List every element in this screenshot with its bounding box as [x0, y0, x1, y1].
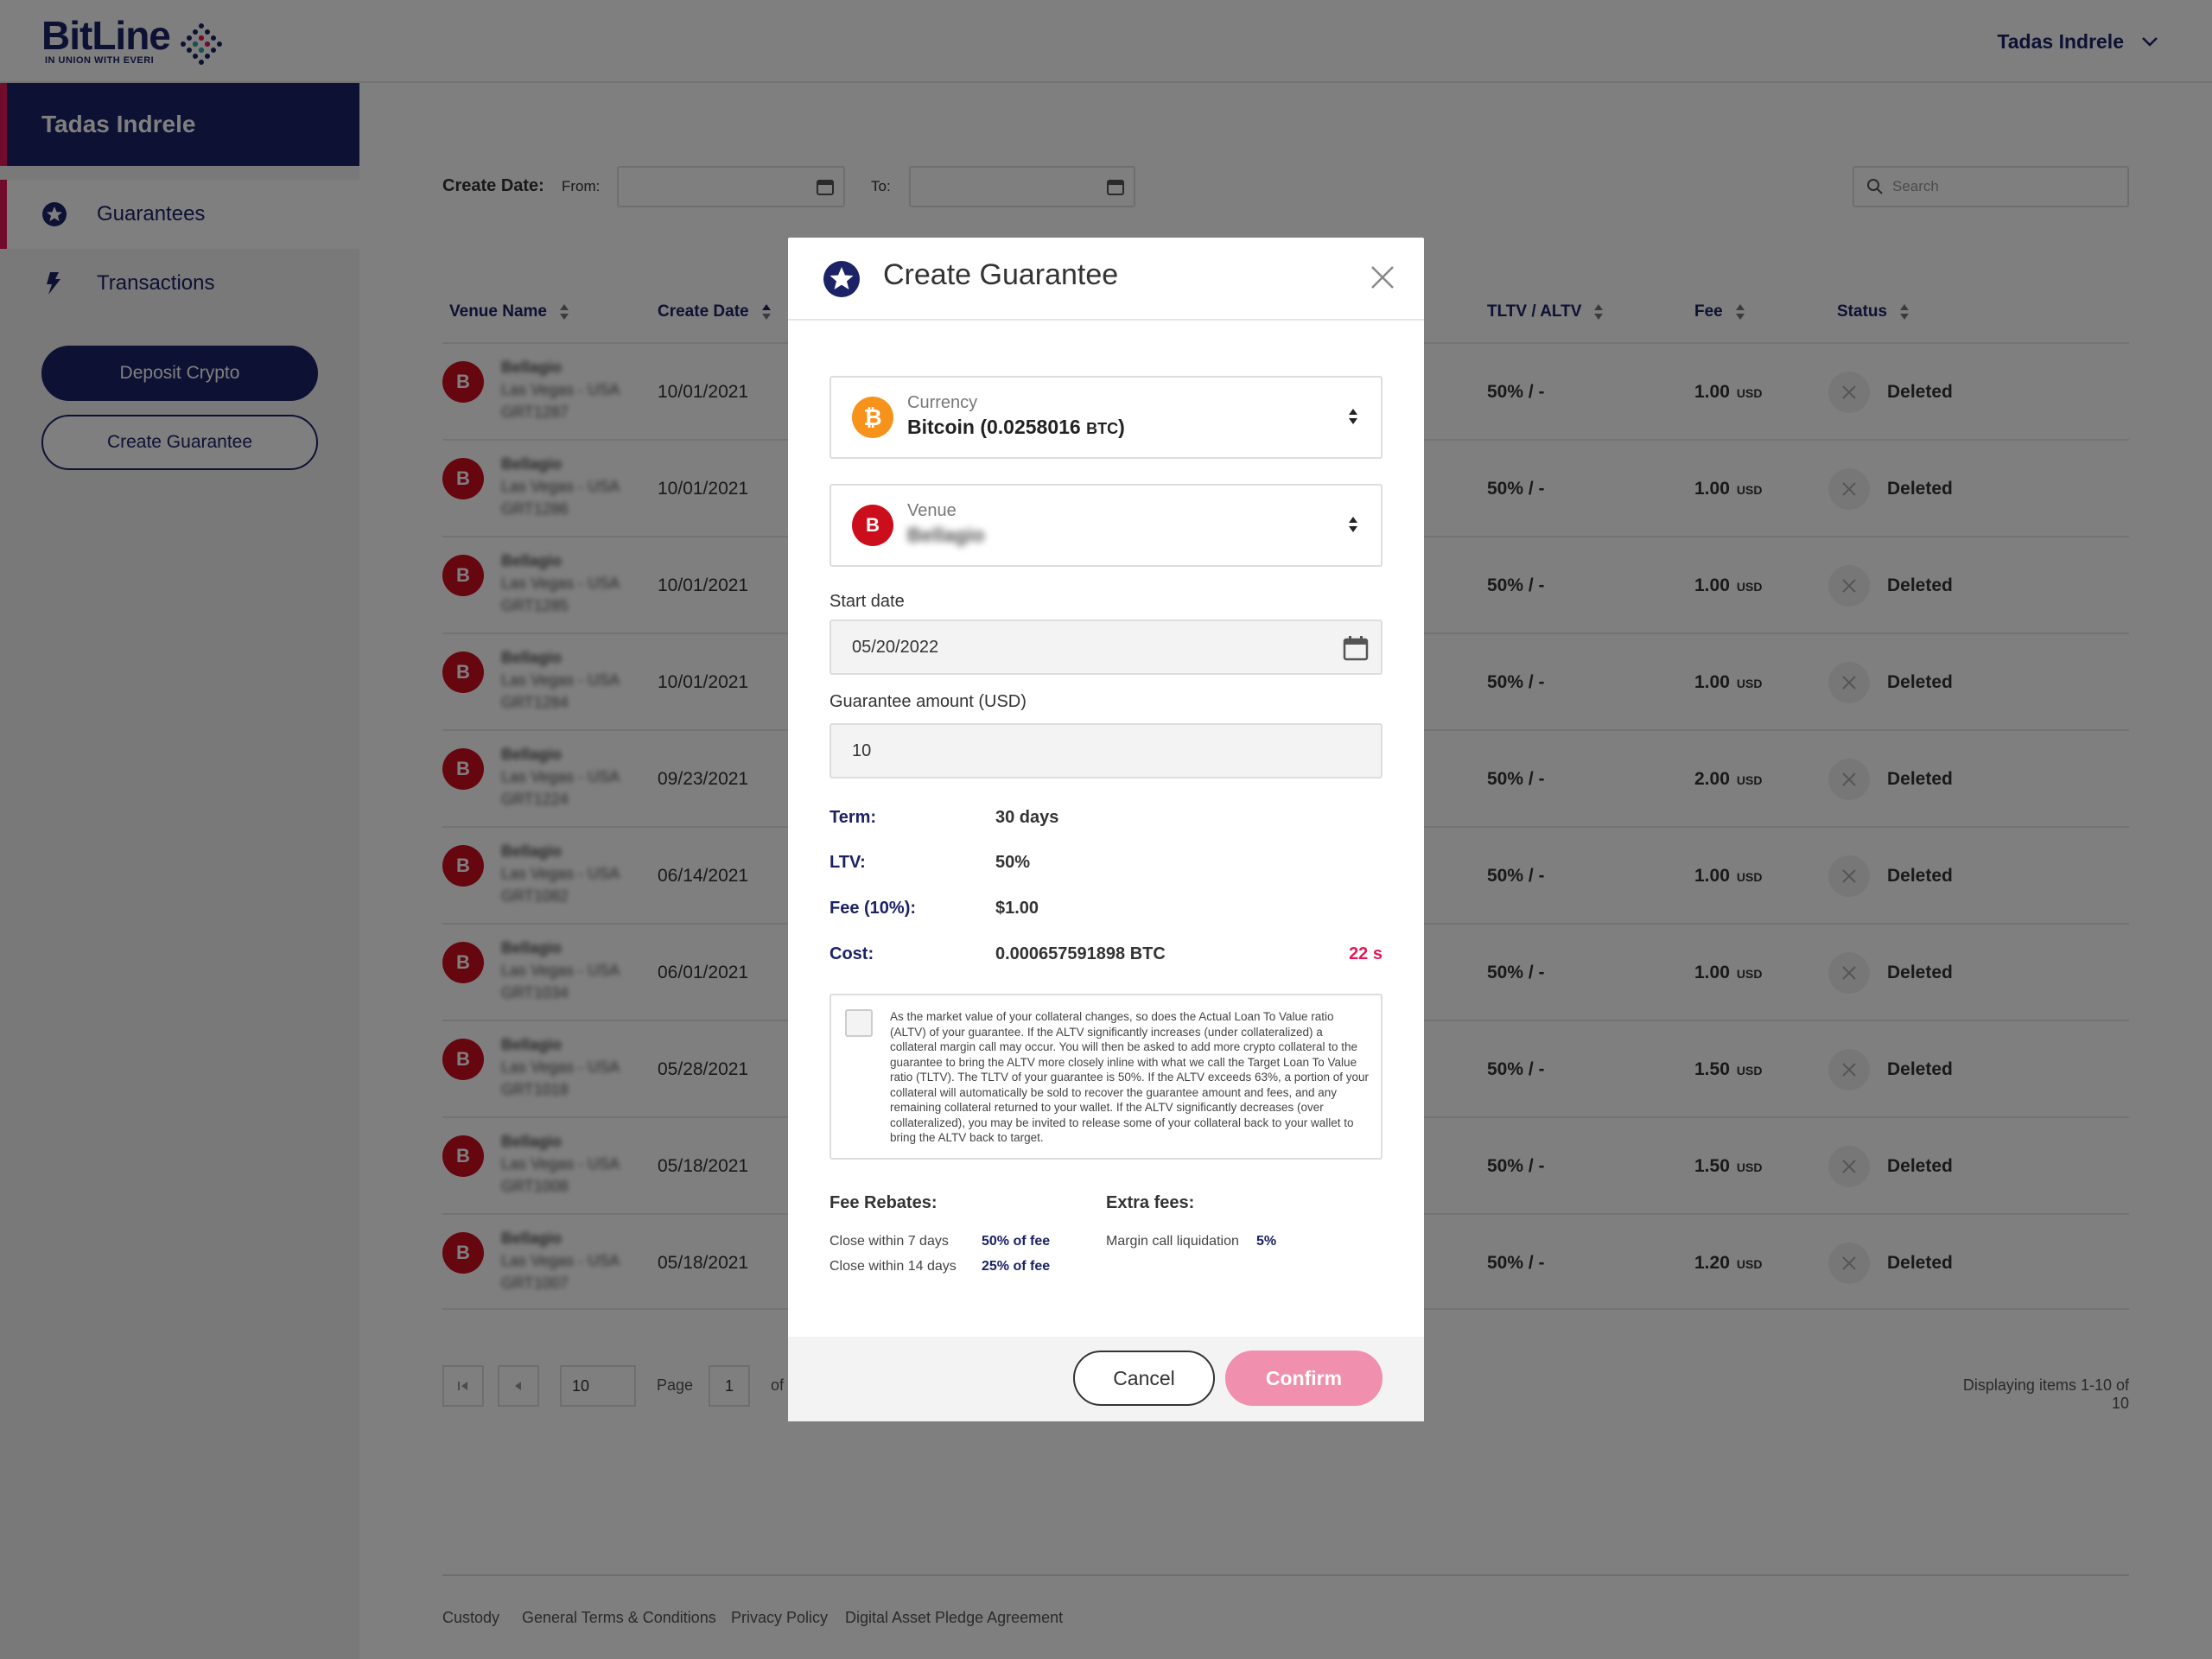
- ltv-value: 50%: [995, 853, 1031, 872]
- modal-header: Create Guarantee: [788, 238, 1424, 321]
- currency-name: Bitcoin (0.0258016: [907, 416, 1087, 438]
- currency-select[interactable]: ₿ Currency Bitcoin (0.0258016 BTC): [830, 376, 1382, 459]
- currency-value: Bitcoin (0.0258016 BTC): [907, 416, 1125, 439]
- cancel-button[interactable]: Cancel: [1073, 1351, 1215, 1406]
- currency-label: Currency: [907, 393, 978, 412]
- amount-label: Guarantee amount (USD): [830, 692, 1027, 711]
- extra-fee-label: Margin call liquidation: [1106, 1234, 1239, 1249]
- extra-fee-value: 5%: [1256, 1234, 1277, 1249]
- currency-close-paren: ): [1118, 416, 1125, 438]
- venue-label: Venue: [907, 501, 957, 520]
- extra-fees-title: Extra fees:: [1106, 1193, 1195, 1212]
- cost-label: Cost:: [830, 944, 874, 963]
- venue-value: Bellagio: [907, 524, 985, 546]
- rebate-value: 25% of fee: [982, 1259, 1051, 1274]
- calendar-icon[interactable]: [1343, 635, 1369, 661]
- fee-value: $1.00: [995, 899, 1039, 918]
- start-date-input[interactable]: 05/20/2022: [830, 620, 1382, 675]
- rebate-label: Close within 7 days: [830, 1234, 949, 1249]
- cost-value: 0.000657591898 BTC: [995, 944, 1166, 963]
- close-icon[interactable]: [1369, 264, 1396, 291]
- currency-unit: BTC: [1086, 420, 1119, 437]
- select-arrows-icon: [1349, 409, 1357, 424]
- amount-input[interactable]: 10: [830, 723, 1382, 779]
- venue-avatar: B: [852, 505, 893, 546]
- fee-rebates-title: Fee Rebates:: [830, 1193, 938, 1212]
- start-date-label: Start date: [830, 592, 905, 611]
- term-label: Term:: [830, 808, 877, 827]
- confirm-button[interactable]: Confirm: [1225, 1351, 1382, 1406]
- amount-value: 10: [852, 741, 872, 760]
- term-value: 30 days: [995, 808, 1059, 827]
- terms-box: As the market value of your collateral c…: [830, 994, 1382, 1160]
- fee-label: Fee (10%):: [830, 899, 917, 918]
- modal-title: Create Guarantee: [883, 258, 1119, 291]
- ltv-label: LTV:: [830, 853, 866, 872]
- star-icon: [823, 261, 860, 297]
- venue-select[interactable]: B Venue Bellagio: [830, 484, 1382, 567]
- create-guarantee-modal: Create Guarantee ₿ Currency Bitcoin (0.0…: [788, 238, 1424, 1421]
- bitcoin-icon: ₿: [852, 397, 893, 438]
- select-arrows-icon: [1349, 517, 1357, 532]
- svg-text:₿: ₿: [863, 405, 881, 430]
- terms-checkbox[interactable]: [845, 1009, 873, 1037]
- rebate-value: 50% of fee: [982, 1234, 1051, 1249]
- quote-timer: 22 s: [1349, 944, 1382, 963]
- rebate-label: Close within 14 days: [830, 1259, 957, 1274]
- modal-footer: Cancel Confirm: [788, 1337, 1424, 1421]
- start-date-value: 05/20/2022: [852, 637, 939, 657]
- terms-text: As the market value of your collateral c…: [890, 1010, 1370, 1144]
